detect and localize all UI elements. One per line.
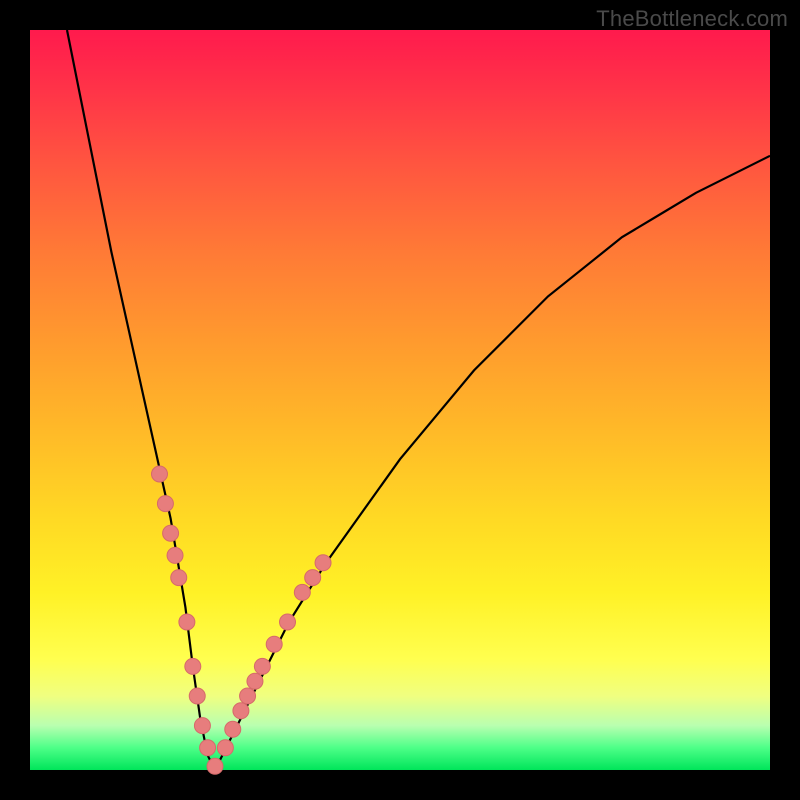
data-marker: [294, 584, 310, 600]
data-marker: [315, 555, 331, 571]
data-marker: [167, 547, 183, 563]
data-marker: [254, 658, 270, 674]
data-marker: [280, 614, 296, 630]
data-marker: [171, 570, 187, 586]
data-markers: [152, 466, 332, 774]
data-marker: [179, 614, 195, 630]
chart-svg: [30, 30, 770, 770]
data-marker: [194, 718, 210, 734]
data-marker: [157, 496, 173, 512]
watermark-text: TheBottleneck.com: [596, 6, 788, 32]
bottleneck-curve: [67, 30, 770, 770]
data-marker: [266, 636, 282, 652]
data-marker: [200, 740, 216, 756]
plot-area: [30, 30, 770, 770]
data-marker: [240, 688, 256, 704]
data-marker: [217, 740, 233, 756]
chart-frame: TheBottleneck.com: [0, 0, 800, 800]
data-marker: [225, 721, 241, 737]
data-marker: [152, 466, 168, 482]
data-marker: [305, 570, 321, 586]
data-marker: [207, 758, 223, 774]
data-marker: [163, 525, 179, 541]
data-marker: [189, 688, 205, 704]
data-marker: [233, 703, 249, 719]
data-marker: [247, 673, 263, 689]
data-marker: [185, 658, 201, 674]
